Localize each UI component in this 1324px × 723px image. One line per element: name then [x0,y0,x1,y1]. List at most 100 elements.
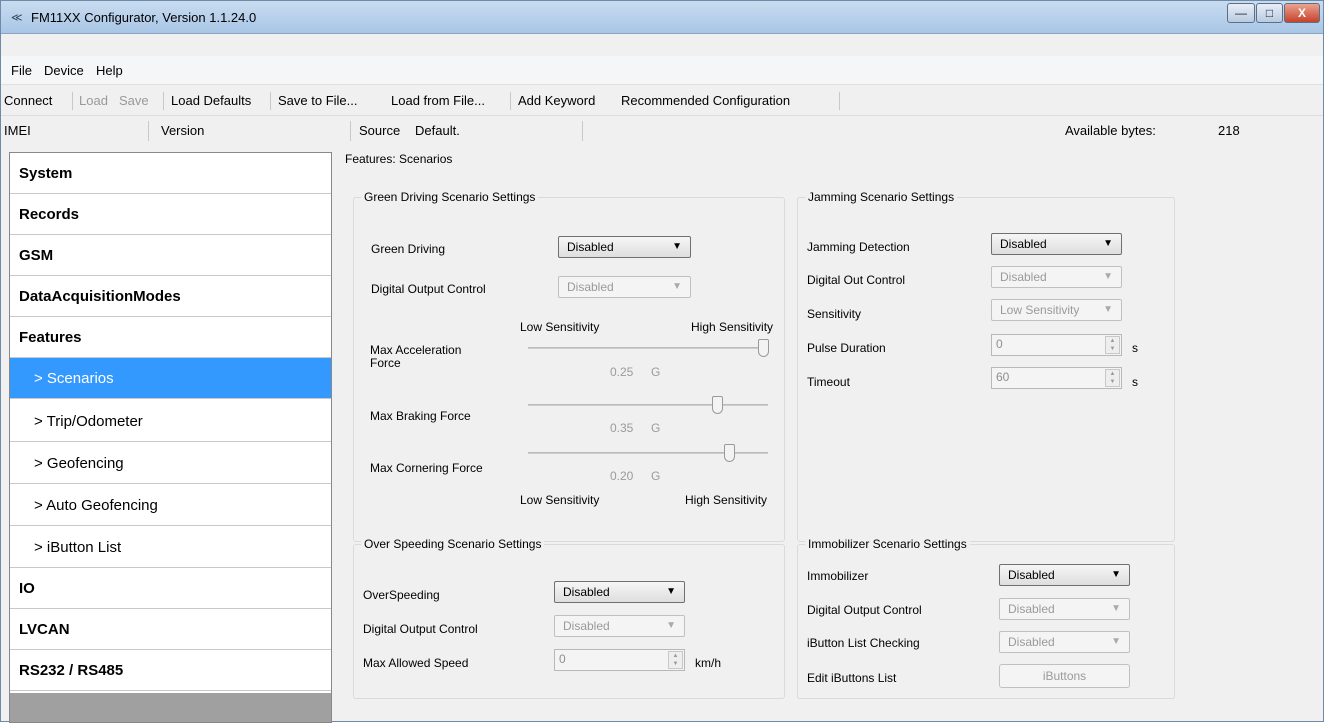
info-separator [350,121,351,141]
sidebar-item-records[interactable]: Records [10,194,331,235]
digital-output-control-select[interactable]: Disabled ▼ [999,598,1130,620]
available-bytes-value: 218 [1218,123,1240,138]
available-bytes-label: Available bytes: [1065,123,1156,138]
load-from-file-button[interactable]: Load from File... [391,93,485,108]
minimize-button[interactable]: — [1227,3,1255,23]
max-allowed-speed-input[interactable]: 0 ▲ ▼ [554,649,685,671]
ibutton-list-checking-select[interactable]: Disabled ▼ [999,631,1130,653]
save-button[interactable]: Save [119,93,149,108]
jamming-group: Jamming Scenario Settings Jamming Detect… [797,190,1175,542]
menu-help[interactable]: Help [96,63,123,78]
navigation-sidebar: System Records GSM DataAcquisitionModes … [9,152,332,723]
sidebar-item-lvcan[interactable]: LVCAN [10,609,331,650]
pulse-duration-input[interactable]: 0 ▲ ▼ [991,334,1122,356]
save-to-file-button[interactable]: Save to File... [278,93,357,108]
sidebar-item-features[interactable]: Features [10,317,331,358]
edit-ibuttons-list-label: Edit iButtons List [807,671,897,685]
group-title: Jamming Scenario Settings [805,190,958,204]
chevron-down-icon: ▼ [1103,304,1113,315]
spinner-icon[interactable]: ▲ ▼ [1105,336,1120,354]
max-acceleration-slider[interactable] [528,338,772,358]
load-button[interactable]: Load [79,93,108,108]
chevron-down-icon: ▼ [666,620,676,631]
chevron-down-icon: ▼ [666,586,676,597]
ibuttons-button[interactable]: iButtons [999,664,1130,688]
immobilizer-label: Immobilizer [807,569,869,583]
sidebar-item-gsm[interactable]: GSM [10,235,331,276]
sidebar-item-rs232-rs485[interactable]: RS232 / RS485 [10,650,331,691]
ibutton-list-checking-label: iButton List Checking [807,636,920,650]
overspeeding-select[interactable]: Disabled ▼ [554,581,685,603]
jamming-detection-select[interactable]: Disabled ▼ [991,233,1122,255]
sidebar-item-ibutton-list[interactable]: > iButton List [10,527,331,568]
recommended-config-button[interactable]: Recommended Configuration [621,93,790,108]
max-acceleration-label: Max Acceleration Force [370,343,462,370]
sensitivity-label: Sensitivity [807,307,862,321]
digital-output-control-select[interactable]: Disabled ▼ [554,615,685,637]
chevron-down-icon: ▼ [1103,271,1113,282]
imei-label: IMEI [4,123,31,138]
menu-device[interactable]: Device [44,63,84,78]
sidebar-item-scenarios[interactable]: > Scenarios [10,358,331,399]
sidebar-item-system[interactable]: System [10,153,331,194]
chevron-down-icon: ▼ [1111,603,1121,614]
window-title: FM11XX Configurator, Version 1.1.24.0 [31,10,257,25]
low-sensitivity-label: Low Sensitivity [520,493,600,507]
sidebar-item-geofencing[interactable]: > Geofencing [10,443,331,484]
chevron-down-icon: ▼ [1111,636,1121,647]
source-value: Default. [415,123,460,138]
max-cornering-unit: G [651,469,661,483]
high-sensitivity-label: High Sensitivity [691,320,774,334]
chevron-down-icon: ▼ [1111,569,1121,580]
digital-output-control-label: Digital Output Control [807,603,922,617]
load-defaults-button[interactable]: Load Defaults [171,93,251,108]
digital-output-control-label: Digital Output Control [363,622,478,636]
max-acceleration-value: 0.25 [610,365,634,379]
slider-thumb[interactable] [758,339,769,357]
max-allowed-speed-unit: km/h [695,656,722,670]
chevron-down-icon: ▼ [672,281,682,292]
sidebar-item-trip-odometer[interactable]: > Trip/Odometer [10,401,331,442]
status-info-bar: IMEI Version Source Default. Available b… [1,118,1323,144]
close-button[interactable]: X [1284,3,1320,23]
green-driving-select[interactable]: Disabled ▼ [558,236,691,258]
max-braking-label: Max Braking Force [370,409,471,423]
slider-thumb[interactable] [712,396,723,414]
sidebar-item-auto-geofencing[interactable]: > Auto Geofencing [10,485,331,526]
connect-button[interactable]: Connect [4,93,52,108]
chevron-down-icon: ▼ [1103,238,1113,249]
sensitivity-select[interactable]: Low Sensitivity ▼ [991,299,1122,321]
low-sensitivity-label: Low Sensitivity [520,320,600,334]
sidebar-empty-area [10,693,331,722]
maximize-button[interactable]: □ [1256,3,1283,23]
version-label: Version [161,123,205,138]
jamming-detection-label: Jamming Detection [807,240,910,254]
sidebar-item-data-acquisition-modes[interactable]: DataAcquisitionModes [10,276,331,317]
max-acceleration-unit: G [651,365,661,379]
sidebar-item-io[interactable]: IO [10,568,331,609]
max-cornering-slider[interactable] [528,443,772,463]
slider-thumb[interactable] [723,444,735,462]
digital-out-control-select[interactable]: Disabled ▼ [991,266,1122,288]
add-keyword-button[interactable]: Add Keyword [518,93,595,108]
digital-output-control-select[interactable]: Disabled ▼ [558,276,691,298]
menu-file[interactable]: File [11,63,32,78]
timeout-label: Timeout [807,375,850,389]
info-separator [148,121,149,141]
max-braking-slider[interactable] [528,395,772,415]
digital-output-control-label: Digital Output Control [371,282,486,296]
digital-out-control-label: Digital Out Control [807,273,906,287]
pulse-duration-unit: s [1132,341,1138,355]
immobilizer-select[interactable]: Disabled ▼ [999,564,1130,586]
spinner-icon[interactable]: ▲ ▼ [668,651,683,669]
toolbar-separator [510,92,511,110]
green-driving-label: Green Driving [371,242,446,256]
immobilizer-group: Immobilizer Scenario Settings Immobilize… [797,537,1175,699]
main-content: Features: Scenarios Green Driving Scenar… [341,150,1324,723]
overspeeding-label: OverSpeeding [363,588,440,602]
timeout-input[interactable]: 60 ▲ ▼ [991,367,1122,389]
spinner-icon[interactable]: ▲ ▼ [1105,369,1120,387]
group-title: Green Driving Scenario Settings [361,190,539,204]
toolbar-separator [270,92,271,110]
toolbar: Connect Load Save Load Defaults Save to … [1,87,1323,116]
